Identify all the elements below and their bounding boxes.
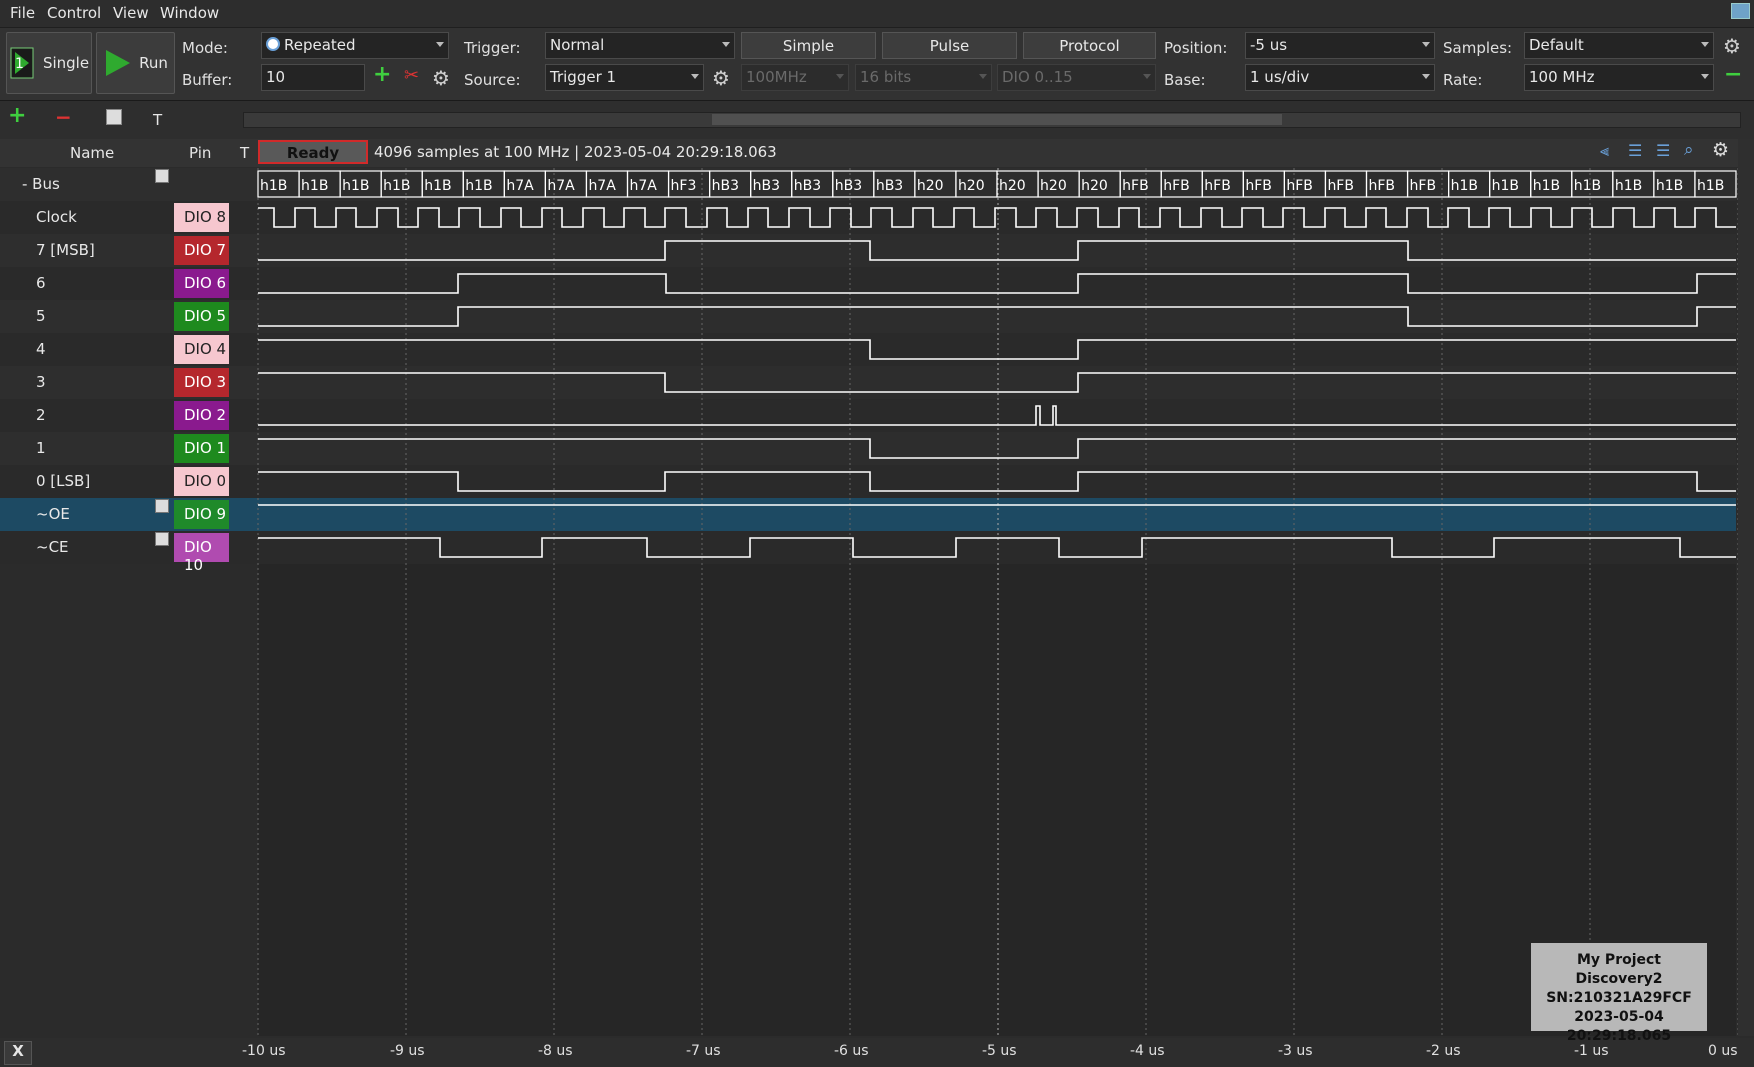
- plot-row-band: [258, 333, 1736, 366]
- bus-value: h20: [1040, 178, 1067, 194]
- device-project: My Project: [1577, 952, 1661, 968]
- bus-value: hFB: [1163, 178, 1190, 194]
- bus-value: h7A: [588, 178, 616, 194]
- plot-row-band: [258, 366, 1736, 399]
- x-axis-button[interactable]: X: [4, 1041, 32, 1065]
- bus-value: h1B: [301, 178, 328, 194]
- device-serial: SN:210321A29FCF: [1546, 990, 1692, 1006]
- x-tick-label: -7 us: [686, 1043, 721, 1059]
- bus-value: h1B: [342, 178, 369, 194]
- bus-value: hFB: [1122, 178, 1149, 194]
- plot-row-band: [258, 531, 1736, 564]
- x-tick-label: -3 us: [1278, 1043, 1313, 1059]
- bus-value: hB3: [835, 178, 862, 194]
- bus-value: hB3: [794, 178, 821, 194]
- device-model: Discovery2: [1575, 971, 1663, 987]
- bus-value: h1B: [1492, 178, 1519, 194]
- x-tick-label: -10 us: [242, 1043, 286, 1059]
- plot-row-band: [258, 465, 1736, 498]
- bus-value: h1B: [260, 178, 287, 194]
- vertical-scrollbar[interactable]: [1738, 139, 1754, 1036]
- x-tick-label: -4 us: [1130, 1043, 1165, 1059]
- bus-value: hB3: [753, 178, 780, 194]
- device-info-box: My Project Discovery2 SN:210321A29FCF 20…: [1531, 943, 1707, 1044]
- bus-value: h1B: [465, 178, 492, 194]
- bus-value: h20: [999, 178, 1026, 194]
- plot-row-band: [258, 234, 1736, 267]
- bus-value: hF3: [671, 178, 697, 194]
- x-tick-label: -8 us: [538, 1043, 573, 1059]
- bus-value: hFB: [1204, 178, 1231, 194]
- bus-value: h1B: [1533, 178, 1560, 194]
- bus-value: h1B: [1697, 178, 1724, 194]
- bus-value: h7A: [506, 178, 534, 194]
- bus-value: hFB: [1245, 178, 1272, 194]
- plot-row-band: [258, 498, 1736, 531]
- bus-value: hFB: [1369, 178, 1396, 194]
- x-tick-label: -5 us: [982, 1043, 1017, 1059]
- x-tick-label: 0 us: [1708, 1043, 1738, 1059]
- bus-value: h1B: [383, 178, 410, 194]
- bus-value: h1B: [1656, 178, 1683, 194]
- bus-value: h7A: [630, 178, 658, 194]
- bus-value: hFB: [1410, 178, 1437, 194]
- bus-value: h1B: [1451, 178, 1478, 194]
- bus-value: h1B: [1615, 178, 1642, 194]
- waveform-plot[interactable]: h1B h1B h1B h1B h1B h1B h7A h7A h7A h7A hF3 hB3 hB3 h…: [0, 0, 1754, 1067]
- x-tick-label: -6 us: [834, 1043, 869, 1059]
- device-timestamp: 2023-05-04 20:29:18.065: [1566, 1009, 1672, 1044]
- bus-value: hFB: [1286, 178, 1313, 194]
- plot-row-band: [258, 399, 1736, 432]
- bus-value: hFB: [1327, 178, 1354, 194]
- bus-value: hB3: [876, 178, 903, 194]
- x-tick-label: -9 us: [390, 1043, 425, 1059]
- x-tick-label: -2 us: [1426, 1043, 1461, 1059]
- bus-value: h1B: [1574, 178, 1601, 194]
- bus-value: h20: [958, 178, 985, 194]
- plot-row-band: [258, 432, 1736, 465]
- bus-value: h20: [1081, 178, 1108, 194]
- bus-value: hB3: [712, 178, 739, 194]
- bus-value: h1B: [424, 178, 451, 194]
- plot-row-band: [258, 300, 1736, 333]
- plot-row-band: [258, 267, 1736, 300]
- bus-value: h20: [917, 178, 944, 194]
- bus-value: h7A: [547, 178, 575, 194]
